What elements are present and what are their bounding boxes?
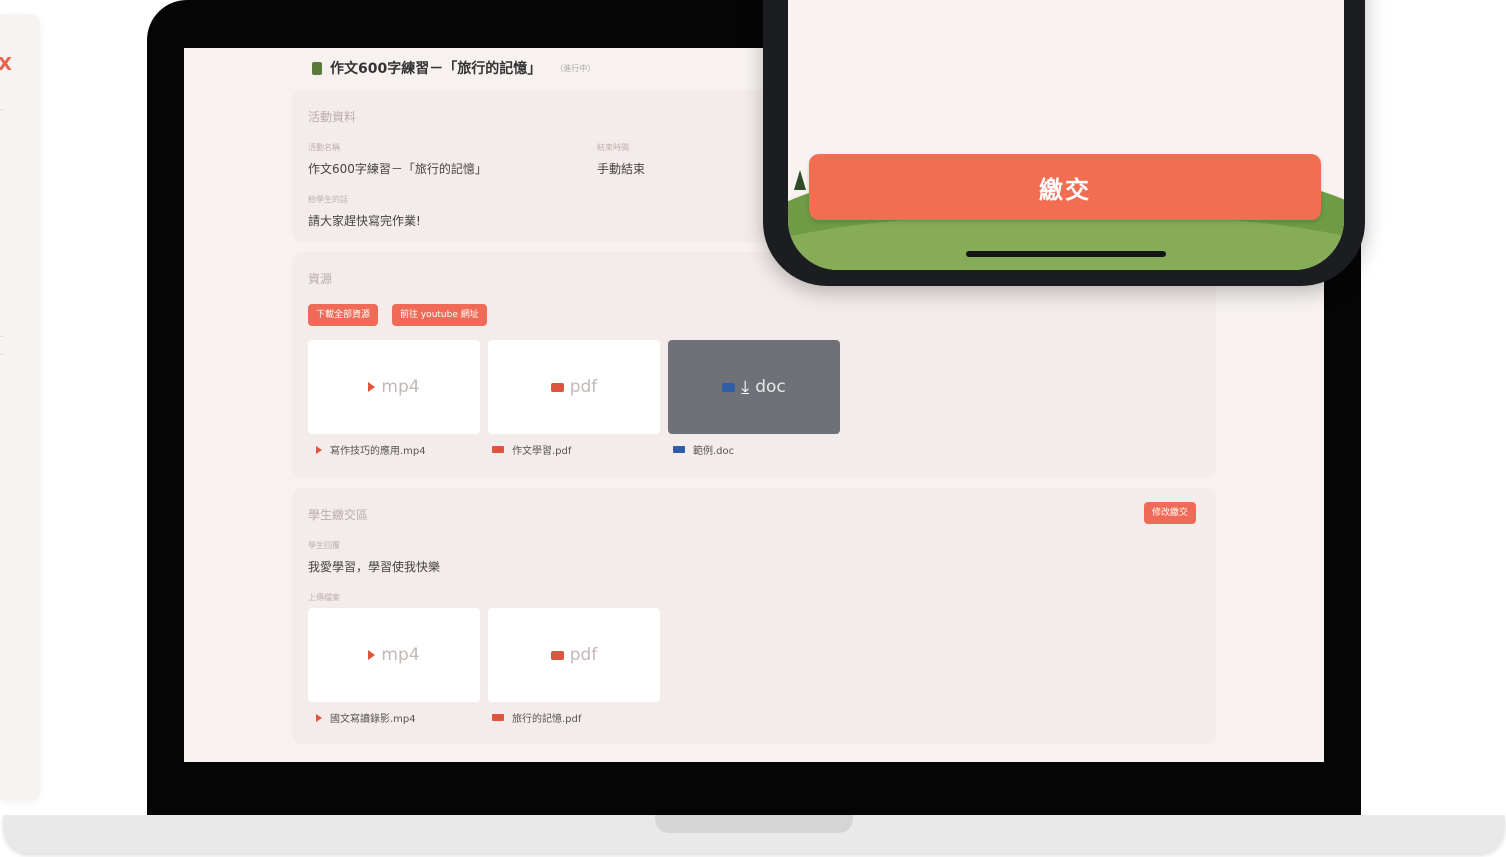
section-heading: 活動資料 xyxy=(308,110,357,124)
hill-illustration xyxy=(788,215,1344,270)
message-value: 請大家趕快寫完作業! xyxy=(308,214,421,228)
file-type-label: pdf xyxy=(569,645,598,665)
student-submission-section: 學生繳交區 修改繳交 學生回覆 我愛學習，學習使我快樂 上傳檔案 mp4 pdf… xyxy=(292,488,1216,744)
file-type-label: mp4 xyxy=(381,645,420,665)
message-label: 給學生的話 xyxy=(308,195,348,204)
video-icon xyxy=(316,445,322,454)
download-icon[interactable]: ⤓ xyxy=(741,377,749,398)
file-type-label: pdf xyxy=(569,377,598,397)
file-name: 寫作技巧的應用.mp4 xyxy=(330,446,426,457)
file-name: 旅行的記憶.pdf xyxy=(512,714,582,725)
home-indicator xyxy=(966,251,1166,257)
video-icon xyxy=(368,382,376,392)
pdf-icon xyxy=(492,446,504,453)
activity-name-label: 活動名稱 xyxy=(308,143,340,152)
file-link[interactable]: 作文學習.pdf xyxy=(492,442,571,457)
section-heading: 資源 xyxy=(308,272,333,286)
file-card-pdf[interactable]: pdf xyxy=(488,608,660,702)
laptop-notch xyxy=(655,815,853,833)
file-name: 國文寫讀錄影.mp4 xyxy=(330,714,416,725)
pdf-icon xyxy=(492,714,504,721)
side-panel: X xyxy=(0,14,40,800)
answer-value: 我愛學習，學習使我快樂 xyxy=(308,560,441,574)
edit-submission-button[interactable]: 修改繳交 xyxy=(1144,502,1197,524)
section-heading: 學生繳交區 xyxy=(308,508,369,522)
doc-icon xyxy=(722,382,736,392)
end-time-value: 手動結束 xyxy=(597,162,646,176)
file-link[interactable]: 旅行的記憶.pdf xyxy=(492,710,581,725)
side-divider xyxy=(0,354,3,355)
download-all-button[interactable]: 下載全部資源 xyxy=(308,304,379,326)
doc-icon xyxy=(673,446,685,453)
pdf-icon xyxy=(550,382,564,392)
video-icon xyxy=(316,713,322,722)
file-card-doc[interactable]: ⤓ doc xyxy=(668,340,840,434)
book-icon xyxy=(312,61,322,75)
file-name: 範例.doc xyxy=(693,446,735,457)
side-mark: X xyxy=(0,54,12,75)
end-time-label: 結束時間 xyxy=(597,143,629,152)
file-type-label: mp4 xyxy=(381,377,420,397)
answer-label: 學生回覆 xyxy=(308,541,340,550)
page-header: 作文600字練習－「旅行的記憶」 （進行中） xyxy=(312,58,595,78)
file-type-label: doc xyxy=(755,377,786,397)
side-divider xyxy=(0,109,3,110)
tree-illustration xyxy=(794,170,806,190)
status-badge: （進行中） xyxy=(555,63,596,73)
video-icon xyxy=(368,650,376,660)
file-card-mp4[interactable]: mp4 xyxy=(308,340,480,434)
side-divider xyxy=(0,336,3,337)
pdf-icon xyxy=(550,650,564,660)
page-title: 作文600字練習－「旅行的記憶」 xyxy=(330,61,542,77)
file-link[interactable]: 國文寫讀錄影.mp4 xyxy=(316,710,416,725)
file-card-mp4[interactable]: mp4 xyxy=(308,608,480,702)
youtube-link-button[interactable]: 前往 youtube 網址 xyxy=(392,304,487,326)
submit-button[interactable]: 繳交 xyxy=(809,154,1321,220)
file-link[interactable]: 範例.doc xyxy=(673,442,734,457)
phone-screen xyxy=(788,0,1344,270)
activity-name-value: 作文600字練習－「旅行的記憶」 xyxy=(308,162,487,176)
file-link[interactable]: 寫作技巧的應用.mp4 xyxy=(316,442,426,457)
file-name: 作文學習.pdf xyxy=(512,446,572,457)
file-card-pdf[interactable]: pdf xyxy=(488,340,660,434)
upload-label: 上傳檔案 xyxy=(308,593,340,602)
